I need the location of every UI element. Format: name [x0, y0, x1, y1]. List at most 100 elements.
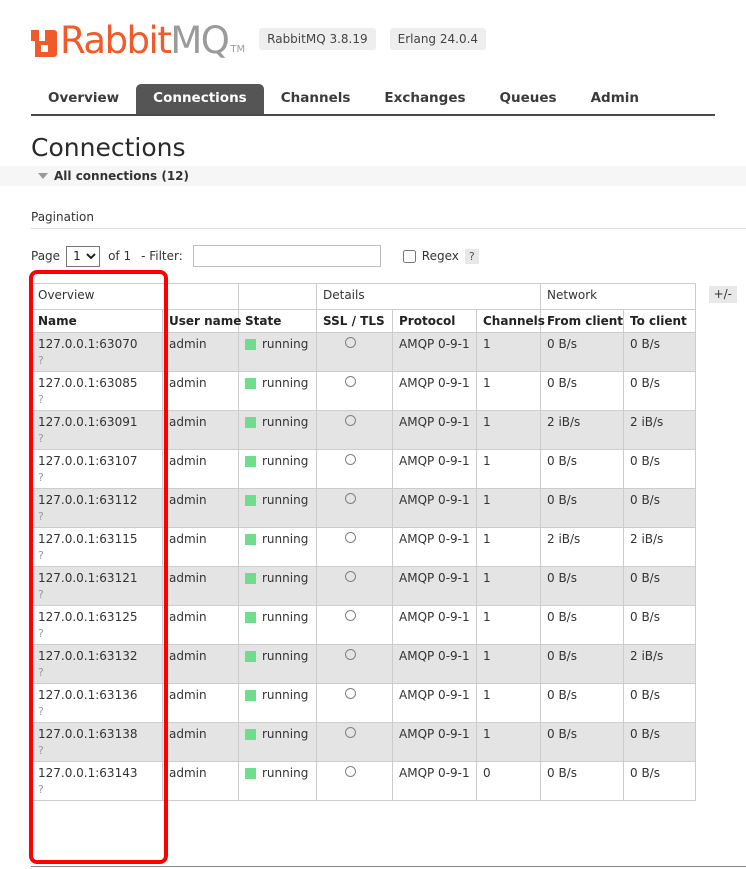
state-label: running: [262, 766, 309, 780]
cell-state: running: [238, 371, 317, 411]
column-header-ssl-tls[interactable]: SSL / TLS: [316, 309, 393, 333]
cell-to-client: 0 B/s: [622, 722, 697, 762]
connection-detail-help-icon[interactable]: ?: [38, 354, 156, 367]
cell-connection-name[interactable]: 127.0.0.1:63091?: [31, 410, 163, 450]
status-badge: [245, 572, 256, 584]
logo-text-mq: MQ: [170, 19, 230, 62]
cell-ssl-tls: [316, 488, 393, 528]
circle-icon: [345, 766, 356, 777]
connection-detail-help-icon[interactable]: ?: [38, 744, 156, 757]
cell-connection-name[interactable]: 127.0.0.1:63125?: [31, 605, 163, 645]
column-header-to-client[interactable]: To client: [622, 309, 697, 333]
connection-name-link[interactable]: 127.0.0.1:63112: [38, 493, 137, 507]
tab-admin[interactable]: Admin: [574, 84, 656, 114]
table-row[interactable]: 127.0.0.1:63143? admin running AMQP 0-9-1 0 0…: [31, 761, 697, 801]
cell-protocol: AMQP 0-9-1: [392, 527, 477, 567]
connection-detail-help-icon[interactable]: ?: [38, 627, 156, 640]
cell-protocol: AMQP 0-9-1: [392, 449, 477, 489]
cell-channels: 1: [476, 722, 541, 762]
table-row[interactable]: 127.0.0.1:63125? admin running AMQP 0-9-1 1 0…: [31, 605, 697, 645]
table-row[interactable]: 127.0.0.1:63136? admin running AMQP 0-9-1 1 0…: [31, 683, 697, 723]
cell-connection-name[interactable]: 127.0.0.1:63143?: [31, 761, 163, 801]
column-header-name[interactable]: Name: [31, 309, 163, 333]
cell-from-client: 0 B/s: [540, 683, 624, 723]
cell-state: running: [238, 605, 317, 645]
cell-connection-name[interactable]: 127.0.0.1:63112?: [31, 488, 163, 528]
connection-name-link[interactable]: 127.0.0.1:63091: [38, 415, 137, 429]
connection-name-link[interactable]: 127.0.0.1:63136: [38, 688, 137, 702]
column-header-from-client[interactable]: From client: [540, 309, 624, 333]
connection-detail-help-icon[interactable]: ?: [38, 549, 156, 562]
table-row[interactable]: 127.0.0.1:63138? admin running AMQP 0-9-1 1 0…: [31, 722, 697, 762]
connection-name-link[interactable]: 127.0.0.1:63132: [38, 649, 137, 663]
connection-name-link[interactable]: 127.0.0.1:63138: [38, 727, 137, 741]
cell-channels: 1: [476, 527, 541, 567]
chevron-down-icon[interactable]: [38, 173, 48, 179]
toggle-columns-button[interactable]: +/-: [708, 286, 737, 303]
cell-connection-name[interactable]: 127.0.0.1:63107?: [31, 449, 163, 489]
cell-ssl-tls: [316, 410, 393, 450]
cell-channels: 1: [476, 605, 541, 645]
connection-detail-help-icon[interactable]: ?: [38, 471, 156, 484]
tab-connections[interactable]: Connections: [136, 84, 264, 114]
cell-connection-name[interactable]: 127.0.0.1:63132?: [31, 644, 163, 684]
tab-channels[interactable]: Channels: [264, 84, 368, 114]
connection-name-link[interactable]: 127.0.0.1:63143: [38, 766, 137, 780]
page-select[interactable]: 1: [66, 245, 101, 267]
table-row[interactable]: 127.0.0.1:63132? admin running AMQP 0-9-1 1 0…: [31, 644, 697, 684]
cell-to-client: 2 iB/s: [622, 527, 697, 567]
connection-name-link[interactable]: 127.0.0.1:63121: [38, 571, 137, 585]
column-header-protocol[interactable]: Protocol: [392, 309, 477, 333]
filter-input[interactable]: [192, 245, 381, 267]
connection-detail-help-icon[interactable]: ?: [38, 588, 156, 601]
table-row[interactable]: 127.0.0.1:63070? admin running AMQP 0-9-1 1 0…: [31, 332, 697, 372]
table-header: Overview Details Network Name User name …: [31, 283, 697, 333]
cell-connection-name[interactable]: 127.0.0.1:63115?: [31, 527, 163, 567]
cell-ssl-tls: [316, 371, 393, 411]
connection-detail-help-icon[interactable]: ?: [38, 666, 156, 679]
circle-icon: [345, 649, 356, 660]
state-label: running: [262, 337, 309, 351]
connection-name-link[interactable]: 127.0.0.1:63115: [38, 532, 137, 546]
connection-detail-help-icon[interactable]: ?: [38, 783, 156, 796]
table-row[interactable]: 127.0.0.1:63112? admin running AMQP 0-9-1 1 0…: [31, 488, 697, 528]
connection-detail-help-icon[interactable]: ?: [38, 705, 156, 718]
cell-channels: 1: [476, 644, 541, 684]
table-row[interactable]: 127.0.0.1:63115? admin running AMQP 0-9-1 1 2…: [31, 527, 697, 567]
cell-connection-name[interactable]: 127.0.0.1:63070?: [31, 332, 163, 372]
all-connections-section-header[interactable]: All connections (12): [0, 166, 746, 186]
cell-connection-name[interactable]: 127.0.0.1:63121?: [31, 566, 163, 606]
cell-channels: 1: [476, 566, 541, 606]
rabbitmq-logo[interactable]: Rabbit MQ TM: [31, 20, 245, 60]
table-row[interactable]: 127.0.0.1:63085? admin running AMQP 0-9-1 1 0…: [31, 371, 697, 411]
status-badge: [245, 689, 256, 701]
cell-connection-name[interactable]: 127.0.0.1:63136?: [31, 683, 163, 723]
table-row[interactable]: 127.0.0.1:63091? admin running AMQP 0-9-1 1 2…: [31, 410, 697, 450]
column-header-state[interactable]: State: [238, 309, 317, 333]
cell-user-name: admin: [162, 722, 239, 762]
connection-name-link[interactable]: 127.0.0.1:63125: [38, 610, 137, 624]
regex-help-icon[interactable]: ?: [464, 248, 479, 264]
connection-name-link[interactable]: 127.0.0.1:63070: [38, 337, 137, 351]
connection-detail-help-icon[interactable]: ?: [38, 432, 156, 445]
cell-connection-name[interactable]: 127.0.0.1:63085?: [31, 371, 163, 411]
cell-connection-name[interactable]: 127.0.0.1:63138?: [31, 722, 163, 762]
table-row[interactable]: 127.0.0.1:63107? admin running AMQP 0-9-1 1 0…: [31, 449, 697, 489]
state-label: running: [262, 688, 309, 702]
column-header-user-name[interactable]: User name: [162, 309, 241, 333]
column-header-channels[interactable]: Channels: [476, 309, 545, 333]
tab-queues[interactable]: Queues: [483, 84, 574, 114]
connection-name-link[interactable]: 127.0.0.1:63107: [38, 454, 137, 468]
connection-detail-help-icon[interactable]: ?: [38, 510, 156, 523]
group-header-overview: Overview: [31, 283, 239, 310]
cell-to-client: 0 B/s: [622, 449, 697, 489]
filter-label: - Filter:: [141, 249, 183, 263]
connection-name-link[interactable]: 127.0.0.1:63085: [38, 376, 137, 390]
regex-checkbox[interactable]: [402, 249, 416, 263]
connection-detail-help-icon[interactable]: ?: [38, 393, 156, 406]
cell-protocol: AMQP 0-9-1: [392, 566, 477, 606]
tab-exchanges[interactable]: Exchanges: [367, 84, 482, 114]
cell-to-client: 0 B/s: [622, 605, 697, 645]
tab-overview[interactable]: Overview: [31, 84, 136, 114]
table-row[interactable]: 127.0.0.1:63121? admin running AMQP 0-9-1 1 0…: [31, 566, 697, 606]
